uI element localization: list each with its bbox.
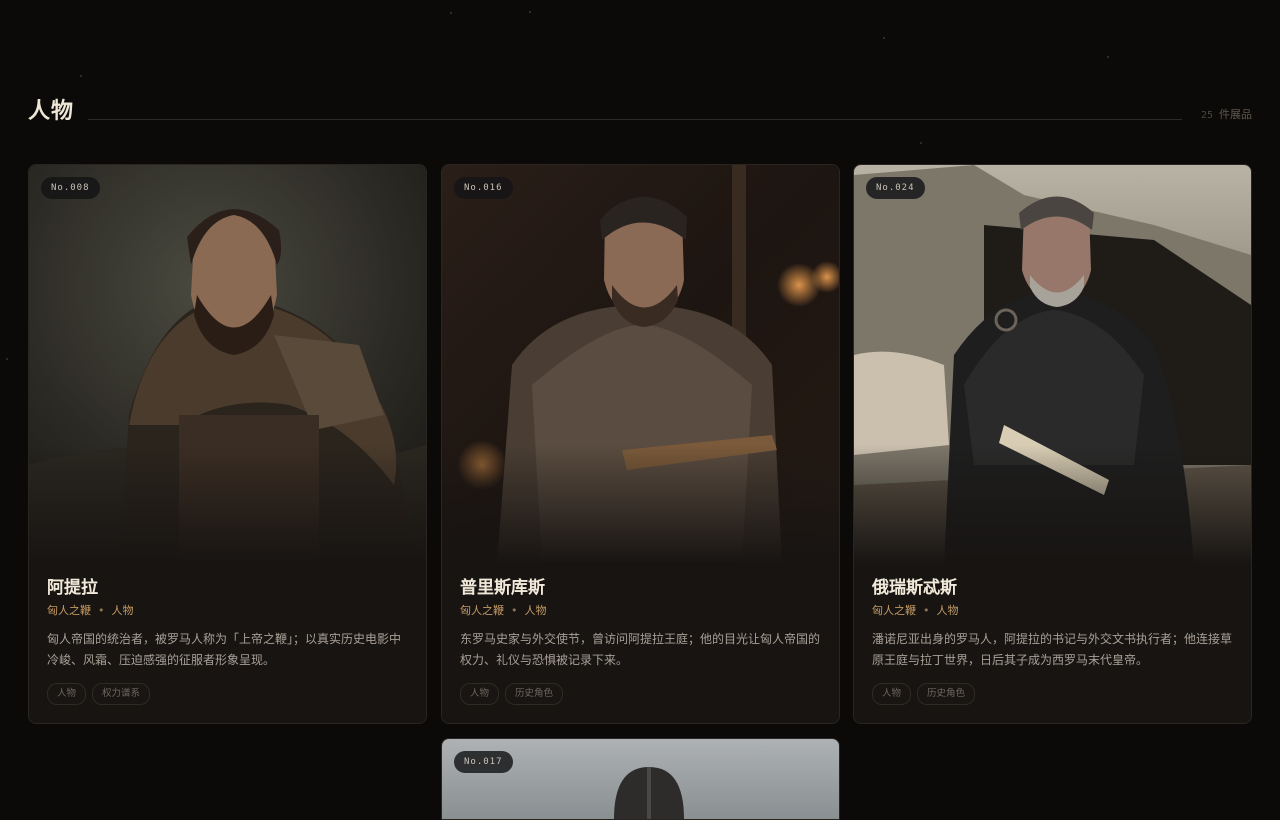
portrait-image: [29, 165, 426, 565]
exhibit-card-no017[interactable]: No.017: [441, 738, 840, 820]
character-description: 潘诺尼亚出身的罗马人，阿提拉的书记与外交文书执行者；他连接草原王庭与拉丁世界，日…: [872, 632, 1233, 667]
tag-list: 人物 历史角色: [872, 683, 1233, 705]
tag-chip[interactable]: 历史角色: [505, 683, 564, 705]
type-label: 人物: [524, 604, 547, 617]
character-meta: 匈人之鞭 • 人物: [872, 603, 1233, 619]
background-star: [450, 12, 452, 14]
meta-separator: •: [98, 604, 105, 617]
tag-chip[interactable]: 历史角色: [917, 683, 976, 705]
exhibit-count-label: 件展品: [1219, 108, 1252, 121]
meta-separator: •: [511, 604, 518, 617]
character-meta: 匈人之鞭 • 人物: [47, 603, 408, 619]
character-name: 俄瑞斯忒斯: [872, 578, 957, 598]
portrait-image: [854, 165, 1251, 565]
type-label: 人物: [936, 604, 959, 617]
character-description: 匈人帝国的统治者，被罗马人称为「上帝之鞭」；以真实历史电影中冷峻、风霜、压迫感强…: [47, 632, 402, 667]
exhibit-count-number: 25: [1200, 110, 1213, 121]
background-star: [80, 75, 82, 77]
exhibit-card-attila[interactable]: No.008 阿提拉 匈人之鞭 • 人物 匈人帝国的统治者，被罗马人称为「上帝之鞭」…: [28, 164, 427, 724]
character-name: 普里斯库斯: [460, 578, 545, 598]
section-title: 人物: [28, 98, 75, 124]
background-star: [920, 142, 922, 144]
tag-chip[interactable]: 人物: [460, 683, 500, 705]
portrait-image: [442, 165, 839, 565]
exhibit-card-orestes[interactable]: No.024 俄瑞斯忒斯 匈人之鞭 • 人物 潘诺尼亚出身的罗马人，阿提拉的书记与外…: [853, 164, 1252, 724]
category-label: 匈人之鞭: [47, 604, 91, 617]
section-header: 人物 25 件展品: [28, 96, 1252, 128]
type-label: 人物: [111, 604, 134, 617]
tag-chip[interactable]: 人物: [872, 683, 912, 705]
background-star: [1107, 56, 1109, 58]
meta-separator: •: [923, 604, 930, 617]
exhibit-number-badge: No.016: [454, 177, 513, 199]
character-name: 阿提拉: [47, 578, 98, 598]
section-divider: [88, 119, 1182, 120]
tag-chip[interactable]: 权力谱系: [92, 683, 151, 705]
background-star: [6, 358, 8, 360]
tag-chip[interactable]: 人物: [47, 683, 87, 705]
exhibit-count: 25 件展品: [1201, 108, 1252, 123]
background-star: [529, 11, 531, 13]
tag-list: 人物 历史角色: [460, 683, 821, 705]
exhibit-number-badge: No.008: [41, 177, 100, 199]
exhibit-card-priscus[interactable]: No.016 普里斯库斯 匈人之鞭 • 人物 东罗马史家与外交使节，曾访问阿提拉王庭…: [441, 164, 840, 724]
tag-list: 人物 权力谱系: [47, 683, 408, 705]
exhibit-number-badge: No.024: [866, 177, 925, 199]
character-description: 东罗马史家与外交使节，曾访问阿提拉王庭；他的目光让匈人帝国的权力、礼仪与恐惧被记…: [460, 632, 821, 667]
category-label: 匈人之鞭: [460, 604, 504, 617]
exhibit-number-badge: No.017: [454, 751, 513, 773]
category-label: 匈人之鞭: [872, 604, 916, 617]
character-meta: 匈人之鞭 • 人物: [460, 603, 821, 619]
background-star: [883, 37, 885, 39]
